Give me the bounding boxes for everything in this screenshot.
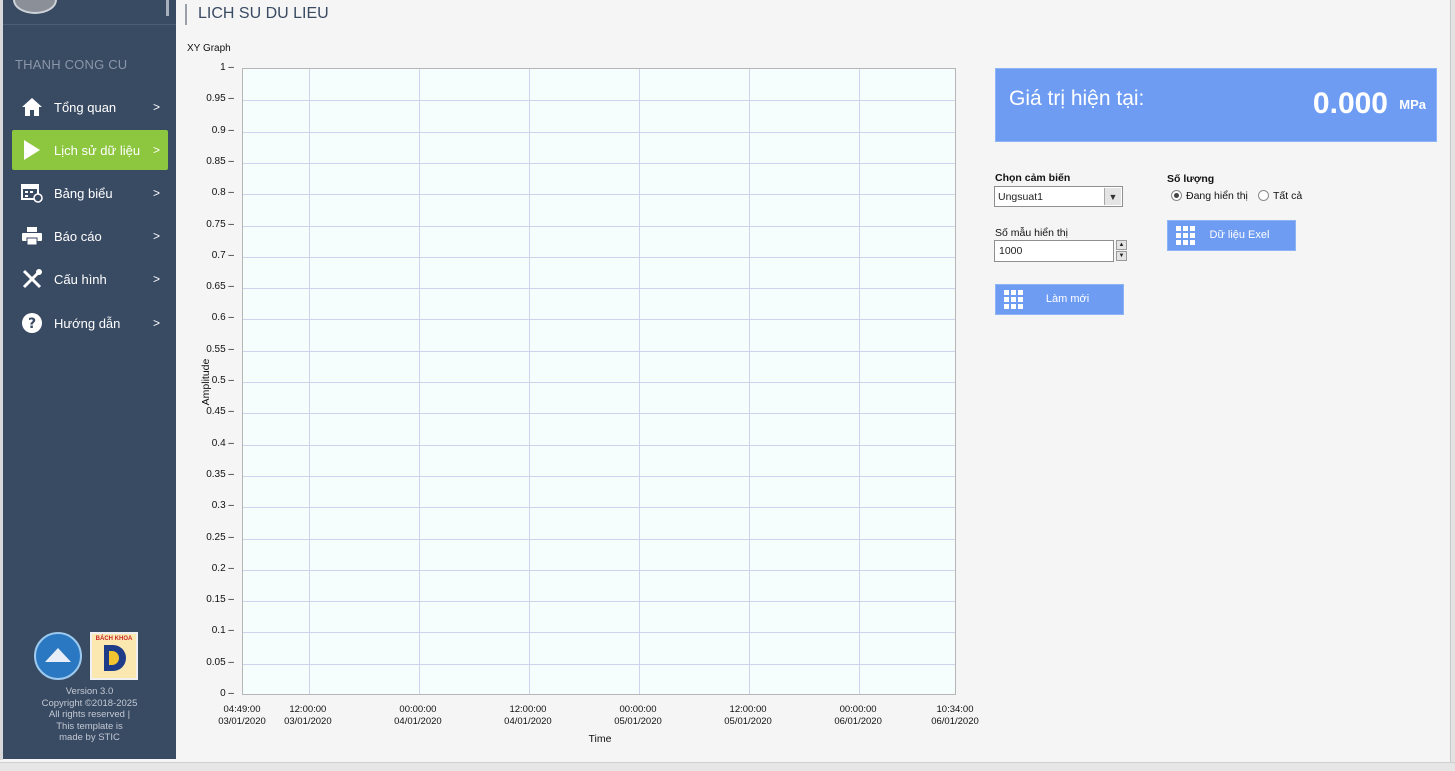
decrement-arrow-icon[interactable]: ▼ <box>1116 251 1127 261</box>
y-tick-label: 0.85 – <box>206 155 234 167</box>
gridline-vertical <box>308 69 310 694</box>
gridline-vertical <box>749 69 751 694</box>
refresh-button-label: Làm mới <box>1045 293 1090 305</box>
divider <box>166 0 169 16</box>
sensor-select-value: Ungsuat1 <box>998 191 1043 203</box>
x-axis-label: Time <box>588 733 612 745</box>
chevron-down-icon[interactable]: ▼ <box>1104 188 1121 205</box>
y-tick-label: 0.15 – <box>206 594 234 606</box>
x-tick-label: 04:49:00 03/01/2020 <box>218 704 266 727</box>
x-tick-label: 10:34:00 06/01/2020 <box>931 704 979 727</box>
increment-arrow-icon[interactable]: ▲ <box>1116 240 1127 250</box>
gridline-horizontal <box>243 162 955 164</box>
gridline-horizontal <box>243 444 955 446</box>
x-tick-label: 12:00:00 03/01/2020 <box>284 704 332 727</box>
y-tick-label: 0.7 – <box>211 249 234 261</box>
x-tick-label: 00:00:00 04/01/2020 <box>394 704 442 727</box>
radio-all-label: Tất cả <box>1273 190 1303 202</box>
page-title: LICH SU DU LIEU <box>198 5 329 22</box>
gridline-horizontal <box>243 538 955 540</box>
copyright-text: Copyright ©2018-2025 <box>41 697 138 709</box>
sidebar-item-label: Báo cáo <box>54 228 102 244</box>
gridline-horizontal <box>243 382 955 383</box>
y-tick-label: 0.2 – <box>211 562 234 574</box>
y-tick-label: 0.35 – <box>206 468 234 480</box>
gridline-horizontal <box>243 319 955 321</box>
gridline-horizontal <box>243 601 955 603</box>
y-tick-label: 0.65 – <box>206 281 234 293</box>
excel-data-button[interactable]: Dữ liệu Exel <box>1167 220 1296 251</box>
sensor-select[interactable]: Ungsuat1 ▼ <box>994 186 1123 207</box>
samples-input-value: 1000 <box>999 245 1023 257</box>
gridline-horizontal <box>243 632 955 634</box>
window-right-edge <box>1450 0 1455 771</box>
y-tick-label: 0 – <box>220 688 234 699</box>
current-value-unit: MPa <box>1399 97 1426 112</box>
samples-label: Số mẫu hiển thị <box>995 227 1068 239</box>
gridline-horizontal <box>243 131 955 133</box>
y-tick-label: 0.8 – <box>211 187 234 199</box>
x-tick-label: 12:00:00 05/01/2020 <box>724 704 772 727</box>
y-tick-label: 0.05 – <box>206 656 234 668</box>
window-bottom-edge <box>0 762 1455 771</box>
gridline-horizontal <box>243 288 955 290</box>
radio-displaying-label: Đang hiển thị <box>1186 190 1248 202</box>
rights-text: All rights reserved | <box>48 709 131 720</box>
y-tick-label: 1 – <box>220 62 234 73</box>
y-tick-label: 0.6 – <box>211 312 234 324</box>
gridline-horizontal <box>243 100 955 102</box>
y-tick-label: 0.45 – <box>206 406 234 418</box>
gridline-horizontal <box>243 507 955 509</box>
current-value-number: 0.000 <box>1312 87 1388 120</box>
x-tick-label: 00:00:00 06/01/2020 <box>834 704 882 727</box>
radio-all[interactable] <box>1258 190 1269 201</box>
x-tick-label: 12:00:00 04/01/2020 <box>504 704 552 727</box>
y-tick-label: 0.75 – <box>206 218 234 230</box>
current-value-label: Giá trị hiện tại: <box>1009 87 1145 110</box>
gridline-horizontal <box>243 225 955 227</box>
xy-graph-plot-area[interactable] <box>242 68 956 695</box>
gridline-horizontal <box>243 569 955 571</box>
y-tick-label: 0.95 – <box>206 93 234 105</box>
y-axis-label: Amplitude <box>200 358 212 406</box>
current-value-panel: Giá trị hiện tại: 0.000 MPa <box>995 68 1437 142</box>
divider <box>3 24 176 25</box>
refresh-button[interactable]: Làm mới <box>995 284 1124 315</box>
y-tick-label: 0.4 – <box>211 437 234 449</box>
y-tick-label: 0.5 – <box>211 375 234 386</box>
samples-input[interactable]: 1000 <box>994 240 1114 262</box>
chevron-right-icon: > <box>152 229 160 243</box>
gridline-horizontal <box>243 350 955 352</box>
x-tick-label: 00:00:00 05/01/2020 <box>614 704 662 727</box>
excel-button-label: Dữ liệu Exel <box>1209 229 1270 241</box>
gridline-horizontal <box>243 256 955 258</box>
gridline-vertical <box>639 69 640 694</box>
gridline-vertical <box>859 69 861 694</box>
chevron-right-icon: > <box>152 143 160 157</box>
sensor-label: Chọn cảm biến <box>995 172 1071 184</box>
radio-displaying[interactable] <box>1171 190 1182 201</box>
template-text: This template is <box>56 720 123 732</box>
graph-title: XY Graph <box>187 43 231 54</box>
gridline-vertical <box>418 69 420 694</box>
sidebar-item-cau-hinh[interactable]: Cấu hình > <box>12 259 168 299</box>
y-tick-label: 0.3 – <box>211 500 234 512</box>
gridline-horizontal <box>243 194 955 196</box>
quantity-label: Số lượng <box>1167 173 1215 185</box>
y-tick-label: 0.55 – <box>206 343 234 355</box>
app-logo <box>13 0 57 14</box>
gridline-horizontal <box>243 475 955 477</box>
y-tick-label: 0.25 – <box>206 531 234 543</box>
gridline-horizontal <box>243 663 955 665</box>
y-tick-label: 0.9 – <box>211 124 234 136</box>
header-divider <box>185 4 187 25</box>
y-tick-label: 0.1 – <box>211 625 234 637</box>
gridline-vertical <box>528 69 530 694</box>
made-by-text: made by STIC <box>59 732 120 743</box>
gridline-horizontal <box>243 413 955 415</box>
